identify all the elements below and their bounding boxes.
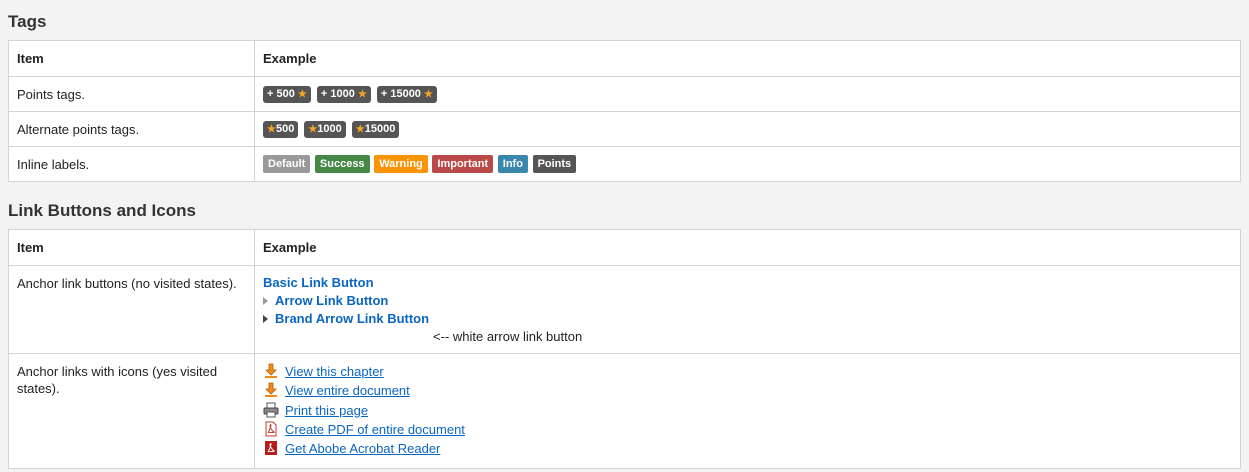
tags-col-example: Example [254, 40, 1241, 77]
download-arrow-icon [265, 382, 277, 398]
view-chapter-link[interactable]: View this chapter [285, 364, 384, 379]
star-icon: ★ [424, 89, 433, 100]
points-tag: + 15000 ★ [376, 86, 437, 103]
alt-points-tag: ★500 [263, 121, 299, 138]
anchor-buttons-label: Anchor link buttons (no visited states). [8, 265, 255, 354]
alt-tag-text: 15000 [364, 123, 396, 135]
label-points: Points [532, 155, 577, 173]
print-page-link[interactable]: Print this page [285, 403, 368, 418]
points-tag: + 500 ★ [263, 86, 311, 103]
points-tag-text: + 500 [267, 88, 295, 100]
star-icon: ★ [267, 124, 276, 135]
links-section-title: Link Buttons and Icons [8, 201, 196, 220]
icon-link-row: Print this page [263, 401, 1232, 420]
icon-links-example: View this chapter View entire document P… [254, 353, 1241, 469]
alt-tag-text: 1000 [317, 123, 342, 135]
tags-section-title: Tags [8, 12, 47, 31]
white-arrow-note: <-- white arrow link button [433, 329, 583, 344]
icon-link-row: Create PDF of entire document [263, 420, 1232, 439]
points-tag: + 1000 ★ [316, 86, 371, 103]
icon-link-row: View entire document [263, 381, 1232, 400]
icon-link-row: View this chapter [263, 362, 1232, 381]
download-arrow-icon [265, 363, 277, 378]
points-tags-label: Points tags. [8, 76, 255, 112]
basic-link-button[interactable]: Basic Link Button [263, 274, 1232, 292]
star-icon: ★ [297, 89, 307, 100]
arrow-link-text: Arrow Link Button [275, 293, 389, 308]
create-pdf-link[interactable]: Create PDF of entire document [285, 422, 465, 437]
points-tags-example: + 500 ★ + 1000 ★ + 15000 ★ [254, 76, 1241, 112]
points-tag-text: + 1000 [320, 88, 355, 100]
pdf-icon [265, 421, 277, 437]
tags-table: Item Example Points tags. + 500 ★ + 1000 … [8, 40, 1241, 182]
icon-links-label: Anchor links with icons (yes visited sta… [8, 353, 255, 469]
arrow-right-icon [263, 297, 268, 305]
brand-arrow-link-button[interactable]: Brand Arrow Link Button [263, 310, 1232, 328]
points-tag-text: + 15000 [380, 88, 421, 100]
star-icon: ★ [355, 124, 365, 135]
label-info: Info [497, 155, 528, 173]
icon-link-row: Get Abobe Acrobat Reader [263, 439, 1232, 458]
alt-points-tag: ★15000 [351, 121, 400, 138]
view-document-link[interactable]: View entire document [285, 383, 410, 398]
label-warning: Warning [374, 155, 428, 173]
arrow-link-button[interactable]: Arrow Link Button [263, 292, 1232, 310]
label-important: Important [432, 155, 494, 173]
alt-tags-label: Alternate points tags. [8, 111, 255, 147]
pdf-icon [265, 441, 277, 456]
inline-labels-example: Default Success Warning Important Info P… [254, 146, 1241, 182]
star-icon: ★ [357, 89, 367, 100]
links-col-item: Item [8, 229, 255, 266]
label-success: Success [314, 155, 370, 173]
anchor-buttons-example: Basic Link Button Arrow Link Button Bran… [254, 265, 1241, 354]
links-col-example: Example [254, 229, 1241, 266]
brand-arrow-link-text: Brand Arrow Link Button [275, 311, 430, 326]
star-icon: ★ [308, 124, 318, 135]
alt-points-tag: ★1000 [304, 121, 346, 138]
get-acrobat-link[interactable]: Get Abobe Acrobat Reader [285, 441, 440, 456]
tags-col-item: Item [8, 40, 255, 77]
label-default: Default [263, 155, 311, 173]
printer-icon [263, 402, 279, 418]
arrow-right-icon [263, 315, 268, 323]
alt-tag-text: 500 [275, 123, 295, 135]
inline-labels-label: Inline labels. [8, 146, 255, 182]
alt-tags-example: ★500 ★1000 ★15000 [254, 111, 1241, 147]
links-table: Item Example Anchor link buttons (no vis… [8, 229, 1241, 469]
